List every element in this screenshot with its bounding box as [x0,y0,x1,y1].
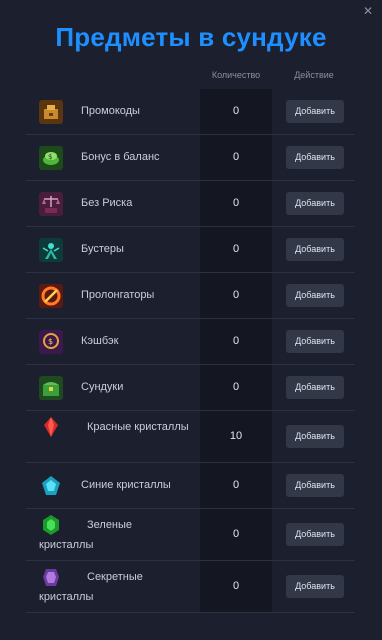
items-table: Промокоды 0 Добавить $ Бонус в баланс 0 … [26,89,355,613]
table-row: Бустеры 0 Добавить [26,227,355,273]
add-button[interactable]: Добавить [286,100,344,123]
table-row: $ Кэшбэк 0 Добавить [26,319,355,365]
item-name: Красные кристаллы [87,421,189,433]
add-button[interactable]: Добавить [286,425,344,448]
table-row: Без Риска 0 Добавить [26,181,355,227]
chest-icon [39,376,63,400]
add-button[interactable]: Добавить [286,284,344,307]
add-button[interactable]: Добавить [286,330,344,353]
add-button[interactable]: Добавить [286,146,344,169]
table-row: Секретные кристаллы 0 Добавить [26,561,355,613]
cashback-icon: $ [39,330,63,354]
blue-crystal-icon [39,474,63,498]
item-name: Кэшбэк [81,335,119,347]
bonus-balance-icon: $ [39,146,63,170]
item-name: Бонус в баланс [81,151,160,163]
add-button[interactable]: Добавить [286,192,344,215]
svg-text:$: $ [48,153,52,161]
table-row: Зеленые кристаллы 0 Добавить [26,509,355,561]
item-quantity: 10 [229,430,243,442]
item-name: Промокоды [81,105,140,117]
prolongator-icon [39,284,63,308]
add-button[interactable]: Добавить [286,474,344,497]
table-header: Количество Действие [0,70,382,84]
item-quantity: 0 [232,580,240,592]
item-name: Зеленые кристаллы [39,519,133,551]
item-name: Без Риска [81,197,133,209]
table-row: Сундуки 0 Добавить [26,365,355,411]
table-row: Промокоды 0 Добавить [26,89,355,135]
table-row: Синие кристаллы 0 Добавить [26,463,355,509]
item-name: Пролонгаторы [81,289,155,301]
chest-items-modal: ✕ Предметы в сундуке Количество Действие… [0,0,382,640]
no-risk-icon [39,192,63,216]
item-quantity: 0 [232,528,240,540]
item-quantity: 0 [232,197,240,209]
item-quantity: 0 [232,479,240,491]
item-quantity: 0 [232,335,240,347]
item-name: Сундуки [81,381,124,393]
item-quantity: 0 [232,105,240,117]
booster-icon [39,238,63,262]
table-row: $ Бонус в баланс 0 Добавить [26,135,355,181]
column-quantity: Количество [211,70,261,80]
modal-title: Предметы в сундуке [55,22,327,52]
column-action: Действие [294,70,334,80]
close-icon[interactable]: ✕ [362,5,374,17]
add-button[interactable]: Добавить [286,523,344,546]
add-button[interactable]: Добавить [286,376,344,399]
add-button[interactable]: Добавить [286,238,344,261]
item-quantity: 0 [232,243,240,255]
table-row: Красные кристаллы 10 Добавить [26,411,355,463]
item-name: Синие кристаллы [81,479,171,491]
table-row: Пролонгаторы 0 Добавить [26,273,355,319]
item-name: Бустеры [81,243,124,255]
promo-icon [39,100,63,124]
item-quantity: 0 [232,151,240,163]
item-name: Секретные кристаллы [39,571,143,603]
svg-text:$: $ [48,337,53,346]
add-button[interactable]: Добавить [286,575,344,598]
item-quantity: 0 [232,289,240,301]
item-quantity: 0 [232,381,240,393]
